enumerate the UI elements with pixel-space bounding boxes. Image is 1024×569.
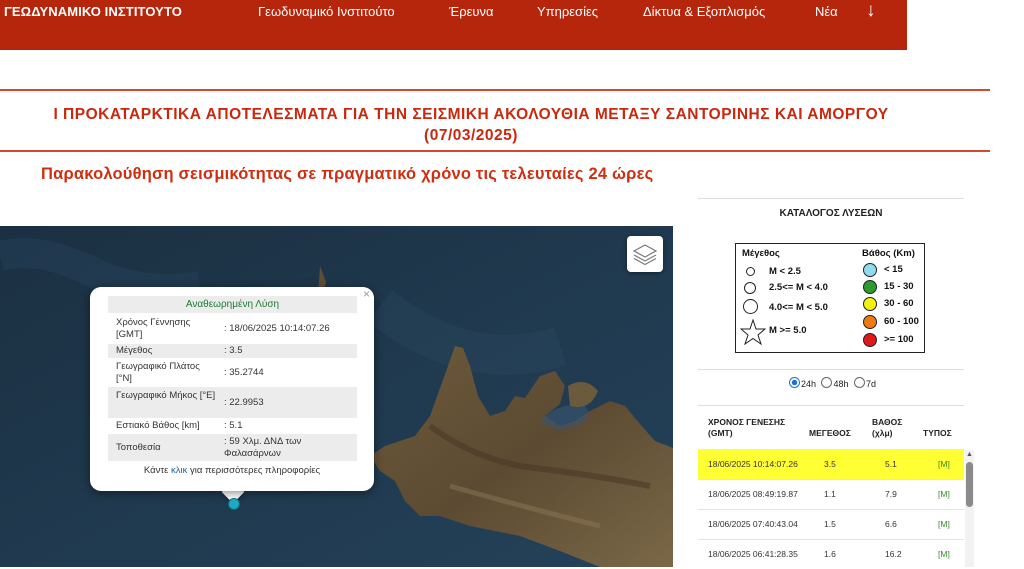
cell-type: [M]	[938, 519, 950, 529]
popup-row-location: Τοποθεσία : 59 Χλμ. ΔΝΔ των Φαλασάρνων	[108, 434, 357, 461]
popup-label: Γεωγραφικό Μήκος [°E]	[116, 390, 216, 401]
popup-footer-suffix: για περισσότερες πληροφορίες	[187, 465, 321, 476]
legend-mag-label: 4.0<= M < 5.0	[769, 302, 828, 313]
layers-icon	[632, 244, 658, 266]
time-range-selector: 24h 48h 7d	[698, 369, 964, 406]
page-title: Ι ΠΡΟΚΑΤΑΡΚΤΙΚΑ ΑΠΟΤΕΛΕΣΜΑΤΑ ΓΙΑ ΤΗΝ ΣΕΙ…	[0, 104, 942, 146]
radio-7d-label[interactable]: 7d	[866, 379, 876, 389]
event-popup: × Αναθεωρημένη Λύση Χρόνος Γέννησης [GMT…	[90, 287, 374, 491]
legend-mag-label: M >= 5.0	[769, 325, 807, 336]
cell-magnitude: 3.5	[824, 459, 836, 469]
scrollbar-thumb[interactable]	[966, 462, 973, 507]
legend-depth-label: 60 - 100	[884, 316, 919, 327]
table-row[interactable]: 18/06/2025 07:40:43.04 1.5 6.6 [M]	[698, 509, 964, 540]
popup-value: : 5.1	[224, 420, 243, 431]
col-header-type: ΤΥΠΟΣ	[923, 428, 952, 438]
section-subtitle: Παρακολούθηση σεισμικότητας σε πραγματικ…	[41, 165, 654, 183]
cell-time: 18/06/2025 06:41:28.35	[708, 549, 798, 559]
cell-depth: 16.2	[885, 549, 902, 559]
page-title-line1: Ι ΠΡΟΚΑΤΑΡΚΤΙΚΑ ΑΠΟΤΕΛΕΣΜΑΤΑ ΓΙΑ ΤΗΝ ΣΕΙ…	[53, 106, 889, 123]
depth-circle-icon	[863, 297, 877, 311]
cell-type: [M]	[938, 489, 950, 499]
nav-link-services[interactable]: Υπηρεσίες	[537, 4, 598, 19]
legend-mag-label: M < 2.5	[769, 266, 801, 277]
title-divider-bottom	[0, 150, 990, 152]
star-icon	[740, 319, 766, 345]
legend-depth-label: >= 100	[884, 334, 914, 345]
legend-depth-title: Βάθος (Km)	[862, 248, 915, 259]
popup-label: Μέγεθος	[116, 345, 153, 356]
col-header-depth: ΒΑΘΟΣ (χλμ)	[872, 417, 903, 438]
table-row[interactable]: 18/06/2025 08:49:19.87 1.1 7.9 [M]	[698, 479, 964, 510]
popup-label: Εστιακό Βάθος [km]	[116, 420, 200, 431]
popup-title: Αναθεωρημένη Λύση	[108, 296, 357, 313]
radio-24h-label[interactable]: 24h	[801, 379, 816, 389]
popup-row-depth: Εστιακό Βάθος [km] : 5.1	[108, 419, 357, 433]
site-brand-link[interactable]: ΓΕΩΔΥΝΑΜΙΚΟ ΙΝΣΤΙΤΟΥΤΟ	[4, 4, 182, 19]
popup-value: : 35.2744	[224, 367, 264, 378]
popup-footer-prefix: Κάντε	[143, 465, 171, 476]
arrow-down-icon[interactable]: ↓	[866, 0, 876, 22]
popup-value: : 59 Χλμ. ΔΝΔ των Φαλασάρνων	[224, 436, 302, 459]
popup-value: : 3.5	[224, 345, 243, 356]
popup-footer: Κάντε κλικ για περισσότερες πληροφορίες	[90, 465, 374, 476]
legend-depth-label: < 15	[884, 264, 903, 275]
nav-link-institute[interactable]: Γεωδυναμικό Ινστιτούτο	[258, 4, 395, 19]
nav-link-research[interactable]: Έρευνα	[449, 4, 494, 19]
radio-7d[interactable]	[854, 377, 866, 388]
close-icon[interactable]: ×	[363, 287, 370, 301]
popup-row-latitude: Γεωγραφικό Πλάτος [°N] : 35.2744	[108, 359, 357, 386]
depth-circle-icon	[863, 263, 877, 277]
nav-link-networks[interactable]: Δίκτυα & Εξοπλισμός	[643, 4, 765, 19]
cell-magnitude: 1.5	[824, 519, 836, 529]
depth-circle-icon	[863, 315, 877, 329]
radio-48h[interactable]	[821, 377, 833, 388]
title-divider-top	[0, 89, 990, 91]
page-title-line2: (07/03/2025)	[424, 127, 518, 144]
map-legend: Μέγεθος M < 2.5 2.5<= M < 4.0 4.0<= M < …	[735, 243, 925, 353]
col-header-time: ΧΡΟΝΟΣ ΓΕΝΕΣΗΣ (GMT)	[708, 417, 786, 438]
legend-magnitude-title: Μέγεθος	[742, 248, 780, 259]
cell-magnitude: 1.6	[824, 549, 836, 559]
radio-48h-label[interactable]: 48h	[833, 379, 848, 389]
col-header-magnitude: ΜΕΓΕΘΟΣ	[809, 428, 851, 438]
popup-label: Χρόνος Γέννησης [GMT]	[116, 317, 191, 340]
medium-circle-icon	[744, 282, 756, 294]
map-layers-button[interactable]	[627, 236, 663, 272]
small-circle-icon	[746, 267, 755, 276]
popup-row-longitude: Γεωγραφικό Μήκος [°E] : 22.9953	[108, 387, 357, 418]
large-circle-icon	[743, 299, 758, 314]
cell-type: [M]	[938, 459, 950, 469]
radio-24h[interactable]	[788, 377, 800, 388]
popup-row-origin-time: Χρόνος Γέννησης [GMT] : 18/06/2025 10:14…	[108, 315, 357, 343]
popup-row-magnitude: Μέγεθος : 3.5	[108, 344, 357, 358]
depth-circle-icon	[863, 280, 877, 294]
cell-time: 18/06/2025 07:40:43.04	[708, 519, 798, 529]
popup-label: Γεωγραφικό Πλάτος [°N]	[116, 361, 200, 384]
cell-depth: 5.1	[885, 459, 897, 469]
legend-depth-label: 15 - 30	[884, 281, 914, 292]
legend-mag-label: 2.5<= M < 4.0	[769, 282, 828, 293]
scroll-up-icon[interactable]: ▲	[966, 451, 973, 458]
legend-depth-label: 30 - 60	[884, 298, 914, 309]
cell-time: 18/06/2025 08:49:19.87	[708, 489, 798, 499]
popup-value: : 18/06/2025 10:14:07.26	[224, 323, 330, 334]
earthquake-marker[interactable]	[228, 498, 240, 510]
cell-depth: 6.6	[885, 519, 897, 529]
cell-time: 18/06/2025 10:14:07.26	[708, 459, 798, 469]
solutions-catalog-title: ΚΑΤΑΛΟΓΟΣ ΛΥΣΕΩΝ	[698, 198, 964, 224]
depth-circle-icon	[863, 333, 877, 347]
cell-depth: 7.9	[885, 489, 897, 499]
nav-link-news[interactable]: Νέα	[815, 4, 838, 19]
popup-value: : 22.9953	[224, 397, 264, 408]
more-info-link[interactable]: κλικ	[171, 465, 187, 476]
table-row[interactable]: 18/06/2025 10:14:07.26 3.5 5.1 [M]	[698, 449, 964, 480]
popup-label: Τοποθεσία	[116, 442, 161, 453]
cell-type: [M]	[938, 549, 950, 559]
table-row[interactable]: 18/06/2025 06:41:28.35 1.6 16.2 [M]	[698, 539, 964, 569]
cell-magnitude: 1.1	[824, 489, 836, 499]
events-table-header: ΧΡΟΝΟΣ ΓΕΝΕΣΗΣ (GMT) ΜΕΓΕΘΟΣ ΒΑΘΟΣ (χλμ)…	[698, 413, 964, 449]
